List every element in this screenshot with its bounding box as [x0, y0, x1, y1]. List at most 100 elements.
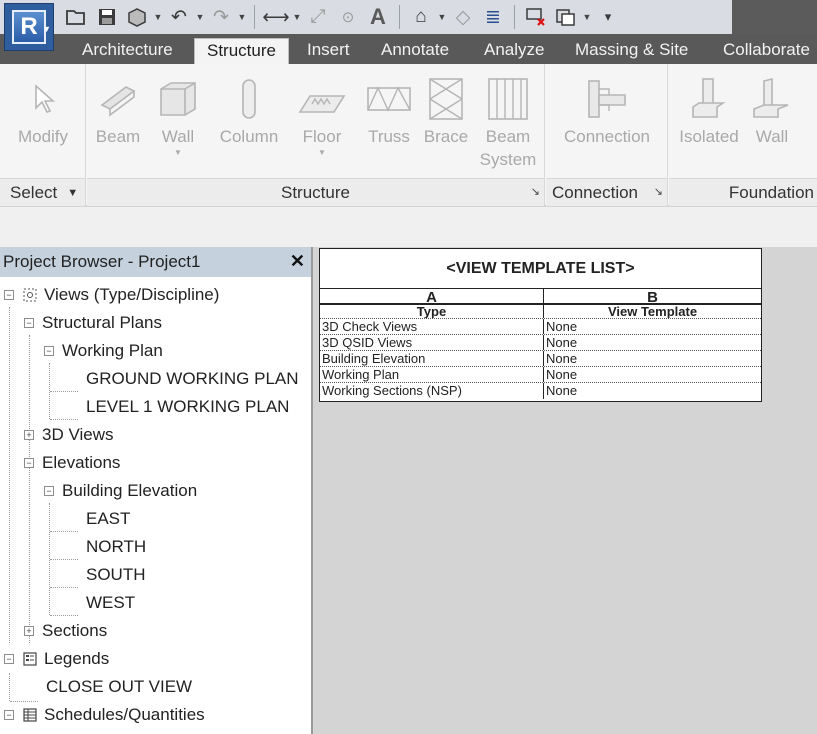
- close-icon[interactable]: ✕: [290, 251, 305, 272]
- table-row[interactable]: Working Plan None: [320, 367, 761, 383]
- column-letter-a[interactable]: A: [320, 289, 544, 303]
- cell-view-template[interactable]: None: [544, 351, 761, 366]
- tab-collaborate[interactable]: Collaborate: [711, 38, 817, 64]
- tree-node-ground-working-plan[interactable]: GROUND WORKING PLAN: [86, 365, 299, 393]
- wall-foundation-icon: [745, 74, 799, 124]
- tree-node-schedules[interactable]: − Schedules/Quantities: [4, 701, 205, 729]
- tab-annotate[interactable]: Annotate: [369, 38, 461, 64]
- table-row[interactable]: Building Elevation None: [320, 351, 761, 367]
- tab-architecture[interactable]: Architecture: [70, 38, 185, 64]
- cell-view-template[interactable]: None: [544, 367, 761, 382]
- chevron-down-icon[interactable]: ▼: [436, 12, 448, 22]
- tree-node-structural-plans[interactable]: − Structural Plans: [24, 309, 162, 337]
- switch-windows-icon[interactable]: [551, 3, 581, 31]
- project-browser-header: Project Browser - Project1 ✕: [0, 247, 311, 277]
- collapse-icon[interactable]: −: [4, 710, 14, 720]
- redo-icon[interactable]: ↷: [206, 3, 236, 31]
- cell-type[interactable]: 3D QSID Views: [320, 335, 544, 350]
- tree-node-south[interactable]: SOUTH: [86, 561, 146, 589]
- collapse-icon[interactable]: −: [4, 290, 14, 300]
- select-panel-title[interactable]: Select ▼: [0, 178, 85, 206]
- beam-button[interactable]: Beam: [91, 74, 145, 149]
- tab-insert[interactable]: Insert: [295, 38, 362, 64]
- tree-node-sections[interactable]: + Sections: [24, 617, 107, 645]
- customize-icon[interactable]: ▾: [593, 3, 623, 31]
- isolated-foundation-button[interactable]: Isolated: [673, 74, 745, 149]
- structure-label: Structure: [281, 182, 350, 202]
- column-header-type[interactable]: Type: [320, 305, 544, 318]
- tab-analyze[interactable]: Analyze: [472, 38, 556, 64]
- chevron-down-icon[interactable]: ▼: [581, 12, 593, 22]
- text-icon[interactable]: A: [363, 3, 393, 31]
- brace-button[interactable]: Brace: [419, 74, 473, 149]
- cell-type[interactable]: Working Plan: [320, 367, 544, 382]
- tree-guide: [50, 419, 78, 420]
- column-letter-b[interactable]: B: [544, 289, 761, 303]
- cell-view-template[interactable]: None: [544, 335, 761, 350]
- dimension-icon[interactable]: ⤢: [303, 3, 333, 31]
- tree-node-level-1-working-plan[interactable]: LEVEL 1 WORKING PLAN: [86, 393, 289, 421]
- cell-type[interactable]: Building Elevation: [320, 351, 544, 366]
- beam-system-button[interactable]: Beam System: [477, 74, 539, 171]
- tree-node-north[interactable]: NORTH: [86, 533, 146, 561]
- tree-node-close-out-view[interactable]: CLOSE OUT VIEW: [46, 673, 192, 701]
- collapse-icon[interactable]: −: [24, 318, 34, 328]
- cell-view-template[interactable]: None: [544, 319, 761, 334]
- tree-node-east[interactable]: EAST: [86, 505, 130, 533]
- floor-button[interactable]: Floor ▼: [293, 74, 351, 157]
- column-icon: [215, 74, 283, 124]
- section-icon[interactable]: ◇: [448, 3, 478, 31]
- modify-button[interactable]: Modify: [10, 74, 76, 149]
- tree-node-building-elevation[interactable]: − Building Elevation: [44, 477, 197, 505]
- column-button[interactable]: Column: [215, 74, 283, 149]
- schedule-header-row: Type View Template: [320, 305, 761, 319]
- qat-tools: ▼ ↶ ▼ ↷ ▼ ⟷ ▼ ⤢ ⊙ A ⌂ ▼ ◇ ≣ ▼ ▾: [62, 0, 732, 34]
- schedule-view[interactable]: <VIEW TEMPLATE LIST> A B Type View Templ…: [319, 248, 762, 402]
- save-icon[interactable]: [92, 3, 122, 31]
- expand-icon[interactable]: +: [24, 430, 34, 440]
- undo-icon[interactable]: ↶: [164, 3, 194, 31]
- tab-massing-site[interactable]: Massing & Site: [563, 38, 700, 64]
- project-browser-title: Project Browser - Project1: [3, 252, 201, 271]
- table-row[interactable]: Working Sections (NSP) None: [320, 383, 761, 399]
- expand-icon[interactable]: +: [24, 626, 34, 636]
- tab-structure[interactable]: Structure: [194, 38, 289, 64]
- dialog-launcher-icon[interactable]: ↘: [654, 185, 663, 198]
- column-header-view-template[interactable]: View Template: [544, 305, 761, 318]
- cell-view-template[interactable]: None: [544, 383, 761, 399]
- tree-label: Working Plan: [62, 341, 163, 360]
- open-icon[interactable]: [62, 3, 92, 31]
- truss-button[interactable]: Truss: [361, 74, 417, 149]
- chevron-down-icon[interactable]: ▼: [194, 12, 206, 22]
- chevron-down-icon[interactable]: ▼: [152, 12, 164, 22]
- connection-button[interactable]: Connection: [552, 74, 662, 149]
- dialog-launcher-icon[interactable]: ↘: [531, 185, 540, 198]
- chevron-down-icon[interactable]: ▼: [291, 12, 303, 22]
- thin-lines-icon[interactable]: ≣: [478, 3, 508, 31]
- views-icon: [22, 287, 38, 303]
- collapse-icon[interactable]: −: [4, 654, 14, 664]
- measure-icon[interactable]: ⟷: [261, 3, 291, 31]
- table-row[interactable]: 3D QSID Views None: [320, 335, 761, 351]
- tree-node-views[interactable]: − Views (Type/Discipline): [4, 281, 219, 309]
- tree-node-elevations[interactable]: − Elevations: [24, 449, 120, 477]
- tree-node-3d-views[interactable]: + 3D Views: [24, 421, 114, 449]
- table-row[interactable]: 3D Check Views None: [320, 319, 761, 335]
- tree-node-legends[interactable]: − Legends: [4, 645, 109, 673]
- close-hidden-icon[interactable]: [521, 3, 551, 31]
- sync-icon[interactable]: [122, 3, 152, 31]
- tree-node-west[interactable]: WEST: [86, 589, 135, 617]
- cell-type[interactable]: 3D Check Views: [320, 319, 544, 334]
- collapse-icon[interactable]: −: [44, 486, 54, 496]
- wall-button[interactable]: Wall ▼: [151, 74, 205, 157]
- collapse-icon[interactable]: −: [44, 346, 54, 356]
- collapse-icon[interactable]: −: [24, 458, 34, 468]
- tree-label: Sections: [42, 621, 108, 640]
- tag-icon[interactable]: ⊙: [333, 3, 363, 31]
- tree-node-working-plan[interactable]: − Working Plan: [44, 337, 163, 365]
- application-menu-button[interactable]: R ▼: [4, 3, 54, 51]
- 3d-view-icon[interactable]: ⌂: [406, 3, 436, 31]
- chevron-down-icon[interactable]: ▼: [236, 12, 248, 22]
- wall-foundation-button[interactable]: Wall: [745, 74, 799, 149]
- cell-type[interactable]: Working Sections (NSP): [320, 383, 544, 399]
